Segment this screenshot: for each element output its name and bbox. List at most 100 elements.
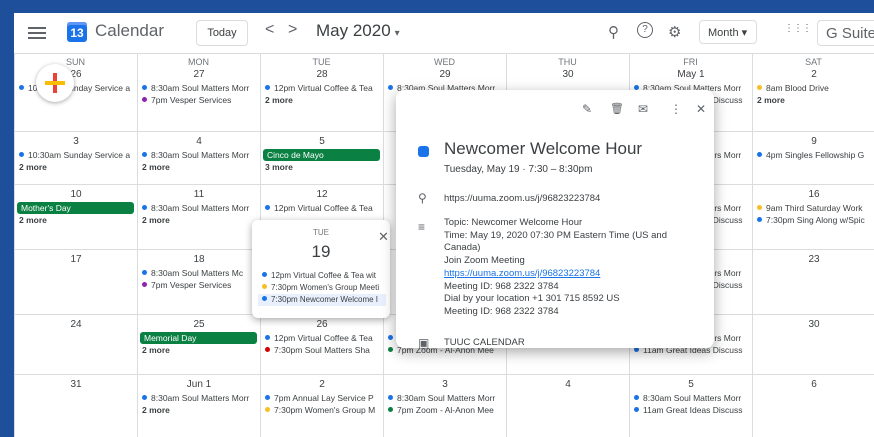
day-number[interactable]: 26: [15, 69, 137, 82]
view-selector[interactable]: Month ▾: [699, 20, 757, 44]
day-cell[interactable]: 17: [14, 250, 137, 315]
day-number[interactable]: 29: [384, 69, 506, 82]
event-chip[interactable]: 7pm Vesper Services: [138, 279, 260, 291]
event-chip[interactable]: 8:30am Soul Matters Morr: [138, 202, 260, 214]
day-number[interactable]: 3: [15, 136, 137, 149]
day-cell[interactable]: 4 8:30am Soul Matters Morr 2 more: [137, 132, 260, 185]
more-events-link[interactable]: 2 more: [753, 94, 874, 106]
day-cell[interactable]: 25 Memorial Day 2 more: [137, 315, 260, 375]
event-chip[interactable]: 4pm Singles Fellowship G: [753, 149, 874, 161]
all-day-event[interactable]: Mother's Day: [17, 202, 134, 214]
apps-grid-icon[interactable]: ⋮⋮⋮: [784, 23, 812, 34]
day-number[interactable]: 28: [261, 69, 383, 82]
event-location[interactable]: https://uuma.zoom.us/j/96823223784: [444, 193, 600, 204]
close-icon[interactable]: ✕: [696, 102, 706, 116]
day-number[interactable]: May 1: [630, 69, 752, 82]
more-events-link[interactable]: 2 more: [138, 214, 260, 226]
day-cell[interactable]: 26 10:30am Sunday Service a: [14, 53, 137, 132]
prev-month-button[interactable]: <: [265, 21, 274, 39]
more-events-link[interactable]: 2 more: [138, 344, 260, 356]
more-events-link[interactable]: 2 more: [138, 161, 260, 173]
event-chip[interactable]: 10:30am Sunday Service a: [15, 82, 137, 94]
day-number[interactable]: 2: [261, 379, 383, 392]
day-number[interactable]: 24: [15, 319, 137, 332]
main-menu-icon[interactable]: [28, 24, 46, 42]
day-number[interactable]: 26: [261, 319, 383, 332]
day-cell[interactable]: 16 9am Third Saturday Work 7:30pm Sing Alo…: [752, 185, 874, 250]
event-chip[interactable]: 7:30pm Women's Group M: [261, 404, 383, 416]
day-cell[interactable]: 31: [14, 375, 137, 437]
create-button[interactable]: [36, 64, 74, 102]
all-day-event[interactable]: Memorial Day: [140, 332, 257, 344]
day-cell[interactable]: 28 12pm Virtual Coffee & Tea 2 more: [260, 53, 383, 132]
search-icon[interactable]: ⚲: [608, 23, 619, 41]
day-cell[interactable]: 27 8:30am Soul Matters Morr 7pm Vesper Ser…: [137, 53, 260, 132]
day-number[interactable]: 5: [261, 136, 383, 149]
event-chip[interactable]: 8:30am Soul Matters Morr: [630, 392, 752, 404]
event-chip[interactable]: 12pm Virtual Coffee & Tea: [261, 332, 383, 344]
delete-icon[interactable]: 🗑: [610, 102, 624, 115]
day-cell[interactable]: 3 8:30am Soul Matters Morr 7pm Zoom - Al-A…: [383, 375, 506, 437]
day-cell[interactable]: 3 10:30am Sunday Service a2 more: [14, 132, 137, 185]
day-number[interactable]: 16: [753, 189, 874, 202]
next-month-button[interactable]: >: [288, 21, 297, 39]
day-number[interactable]: 11: [138, 189, 260, 202]
today-button[interactable]: Today: [196, 20, 248, 46]
day-number[interactable]: 4: [138, 136, 260, 149]
day-cell[interactable]: 18 8:30am Soul Matters Mc 7pm Vesper Servi…: [137, 250, 260, 315]
event-chip[interactable]: 7:30pm Women's Group Meeti: [258, 282, 386, 294]
event-chip[interactable]: 12pm Virtual Coffee & Tea: [261, 202, 383, 214]
popup-day-number[interactable]: 19: [252, 242, 390, 262]
day-cell[interactable]: 9 4pm Singles Fellowship G: [752, 132, 874, 185]
day-number[interactable]: 27: [138, 69, 260, 82]
event-chip[interactable]: 8:30am Soul Matters Mc: [138, 267, 260, 279]
close-icon[interactable]: ✕: [378, 229, 389, 245]
event-chip[interactable]: 9am Third Saturday Work: [753, 202, 874, 214]
day-number[interactable]: 30: [507, 69, 629, 82]
day-cell[interactable]: 23: [752, 250, 874, 315]
month-title[interactable]: May 2020 ▾: [316, 21, 400, 41]
event-chip[interactable]: 8:30am Soul Matters Morr: [384, 392, 506, 404]
more-events-link[interactable]: 3 more: [261, 161, 383, 173]
edit-icon[interactable]: ✎: [582, 102, 592, 116]
day-number[interactable]: Jun 1: [138, 379, 260, 392]
event-chip[interactable]: 11am Great Ideas Discuss: [630, 404, 752, 416]
event-chip[interactable]: 7pm Annual Lay Service P: [261, 392, 383, 404]
day-cell[interactable]: Jun 1 8:30am Soul Matters Morr 2 more: [137, 375, 260, 437]
event-chip[interactable]: 7pm Vesper Services: [138, 94, 260, 106]
event-chip[interactable]: 8:30am Soul Matters Morr: [138, 149, 260, 161]
help-icon[interactable]: ?: [637, 22, 653, 38]
event-chip[interactable]: 7:30pm Sing Along w/Spic: [753, 214, 874, 226]
day-number[interactable]: 17: [15, 254, 137, 267]
day-cell[interactable]: 2 8am Blood Drive 2 more: [752, 53, 874, 132]
day-cell[interactable]: 30: [752, 315, 874, 375]
event-chip[interactable]: 8:30am Soul Matters Morr: [138, 82, 260, 94]
email-icon[interactable]: ✉: [638, 102, 648, 116]
day-cell[interactable]: 4: [506, 375, 629, 437]
event-chip[interactable]: 7:30pm Soul Matters Sha: [261, 344, 383, 356]
more-options-icon[interactable]: ⋮: [670, 102, 682, 116]
day-cell[interactable]: 5 Cinco de Mayo 3 more: [260, 132, 383, 185]
event-chip[interactable]: 12pm Virtual Coffee & Tea wit: [258, 270, 386, 282]
day-cell[interactable]: 24: [14, 315, 137, 375]
day-cell[interactable]: 6: [752, 375, 874, 437]
zoom-meeting-link[interactable]: https://uuma.zoom.us/j/96823223784: [444, 268, 667, 281]
day-number[interactable]: 9: [753, 136, 874, 149]
event-chip[interactable]: 12pm Virtual Coffee & Tea: [261, 82, 383, 94]
day-number[interactable]: 2: [753, 69, 874, 82]
event-chip[interactable]: 7pm Zoom - Al-Anon Mee: [384, 404, 506, 416]
day-number[interactable]: 12: [261, 189, 383, 202]
day-number[interactable]: 3: [384, 379, 506, 392]
day-number[interactable]: 18: [138, 254, 260, 267]
event-chip[interactable]: 10:30am Sunday Service a: [15, 149, 137, 161]
day-cell[interactable]: 2 7pm Annual Lay Service P 7:30pm Women's …: [260, 375, 383, 437]
day-number[interactable]: 4: [507, 379, 629, 392]
day-number[interactable]: 31: [15, 379, 137, 392]
day-cell[interactable]: 10 Mother's Day 2 more: [14, 185, 137, 250]
event-chip[interactable]: 7:30pm Newcomer Welcome I: [258, 294, 386, 306]
settings-icon[interactable]: ⚙: [668, 23, 681, 41]
day-cell[interactable]: 26 12pm Virtual Coffee & Tea 7:30pm Soul M…: [260, 315, 383, 375]
day-number[interactable]: 25: [138, 319, 260, 332]
event-chip[interactable]: 8:30am Soul Matters Morr: [138, 392, 260, 404]
day-number[interactable]: 23: [753, 254, 874, 267]
